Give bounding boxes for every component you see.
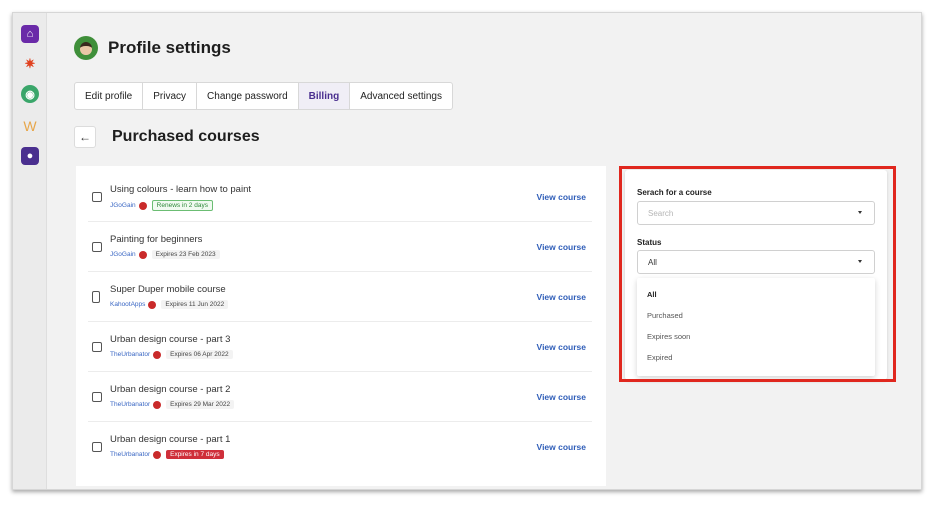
- lock-course-icon: [92, 192, 102, 202]
- tab-billing[interactable]: Billing: [298, 83, 351, 109]
- course-meta: JGoGain Renews in 2 days: [110, 200, 213, 211]
- view-course-link[interactable]: View course: [537, 192, 586, 202]
- course-name: Using colours - learn how to paint: [110, 184, 251, 195]
- tab-edit-profile[interactable]: Edit profile: [75, 83, 144, 109]
- author-link[interactable]: TheUrbanator: [110, 451, 150, 458]
- course-name: Urban design course - part 3: [110, 334, 231, 345]
- status-badge: Expires 23 Feb 2023: [151, 250, 220, 259]
- list-item: Painting for beginners JGoGain Expires 2…: [88, 222, 592, 272]
- verified-icon: [138, 250, 147, 259]
- tab-change-password[interactable]: Change password: [197, 83, 299, 109]
- page-header: Profile settings: [74, 36, 231, 60]
- list-item: Urban design course - part 1 TheUrbanato…: [88, 422, 592, 472]
- lock-course-icon: [92, 242, 102, 252]
- view-course-link[interactable]: View course: [537, 392, 586, 402]
- verified-icon: [153, 350, 162, 359]
- back-button[interactable]: ←: [74, 126, 96, 148]
- avatar-face-icon: [80, 41, 92, 55]
- verified-icon: [153, 450, 162, 459]
- course-name: Urban design course - part 1: [110, 434, 231, 445]
- course-name: Super Duper mobile course: [110, 284, 226, 295]
- app-rail: ⌂ ✷ ◉ W ●: [13, 13, 47, 489]
- course-meta: TheUrbanator Expires 06 Apr 2022: [110, 350, 233, 359]
- chat-app-icon[interactable]: ◉: [21, 85, 39, 103]
- status-badge: Expires 11 Jun 2022: [161, 300, 229, 309]
- section-title: Purchased courses: [112, 128, 260, 145]
- status-badge: Expires in 7 days: [166, 450, 224, 459]
- w-app-icon[interactable]: W: [21, 117, 39, 135]
- page-title: Profile settings: [108, 38, 231, 57]
- highlight-box: [619, 166, 896, 382]
- lock-course-icon: [92, 392, 102, 402]
- back-arrow-icon: ←: [79, 130, 91, 144]
- status-badge: Expires 29 Mar 2022: [166, 400, 235, 409]
- course-name: Painting for beginners: [110, 234, 203, 245]
- course-meta: TheUrbanator Expires in 7 days: [110, 450, 224, 459]
- tab-privacy[interactable]: Privacy: [143, 83, 198, 109]
- list-item: Urban design course - part 3 TheUrbanato…: [88, 322, 592, 372]
- list-item: Urban design course - part 2 TheUrbanato…: [88, 372, 592, 422]
- home-app-icon[interactable]: ⌂: [21, 25, 39, 43]
- author-link[interactable]: KahootApps: [110, 301, 145, 308]
- author-link[interactable]: JGoGain: [110, 251, 136, 258]
- view-course-link[interactable]: View course: [537, 292, 586, 302]
- camera-app-icon[interactable]: ●: [21, 147, 39, 165]
- status-badge: Renews in 2 days: [151, 200, 213, 211]
- author-link[interactable]: TheUrbanator: [110, 401, 150, 408]
- verified-icon: [153, 400, 162, 409]
- view-course-link[interactable]: View course: [537, 442, 586, 452]
- view-course-link[interactable]: View course: [537, 342, 586, 352]
- lock-course-icon: [92, 442, 102, 452]
- mobile-course-icon: [92, 291, 100, 303]
- verified-icon: [148, 300, 157, 309]
- view-course-link[interactable]: View course: [537, 242, 586, 252]
- lock-course-icon: [92, 342, 102, 352]
- course-list: Using colours - learn how to paint JGoGa…: [76, 166, 606, 486]
- course-meta: KahootApps Expires 11 Jun 2022: [110, 300, 229, 309]
- course-meta: TheUrbanator Expires 29 Mar 2022: [110, 400, 235, 409]
- list-item: Using colours - learn how to paint JGoGa…: [88, 172, 592, 222]
- course-meta: JGoGain Expires 23 Feb 2023: [110, 250, 220, 259]
- course-name: Urban design course - part 2: [110, 384, 231, 395]
- verified-icon: [138, 201, 147, 210]
- author-link[interactable]: JGoGain: [110, 202, 136, 209]
- status-badge: Expires 06 Apr 2022: [166, 350, 233, 359]
- author-link[interactable]: TheUrbanator: [110, 351, 150, 358]
- pinwheel-app-icon[interactable]: ✷: [21, 55, 39, 73]
- tab-advanced-settings[interactable]: Advanced settings: [350, 83, 452, 109]
- settings-tabs: Edit profile Privacy Change password Bil…: [74, 82, 453, 110]
- avatar[interactable]: [74, 36, 98, 60]
- list-item: Super Duper mobile course KahootApps Exp…: [88, 272, 592, 322]
